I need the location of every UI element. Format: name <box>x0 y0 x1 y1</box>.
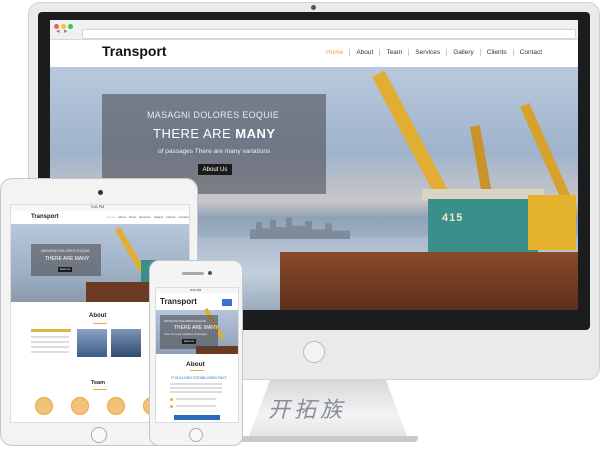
tablet-nav: Home About Team Services Gallery Clients… <box>107 215 189 219</box>
phone-about-subtitle: IT IS A LONG ESTABLISHED FACT <box>171 376 227 380</box>
phone-bullet-icon <box>170 405 173 408</box>
nav-gallery[interactable]: Gallery <box>447 49 481 56</box>
tablet-nav-about[interactable]: About <box>118 215 126 219</box>
phone-home-button <box>189 428 203 442</box>
tablet-text-line <box>31 346 69 348</box>
maximize-dot-icon[interactable] <box>68 24 73 29</box>
imac-logo-button <box>303 341 325 363</box>
vessel-number: 415 <box>442 212 464 224</box>
tablet-text-line <box>31 341 69 343</box>
tablet-nav-contact[interactable]: Contact <box>178 215 188 219</box>
tablet-hero-eyebrow: MASAGNI DOLORES EOQUIE <box>41 249 90 253</box>
site-logo[interactable]: Transport <box>102 43 167 59</box>
phone-speaker <box>182 272 204 275</box>
team-avatar <box>35 397 53 415</box>
crane-cabin <box>428 199 538 257</box>
tablet-ship-image <box>111 329 141 357</box>
back-arrow-icon[interactable]: ◂ <box>56 27 60 35</box>
imac-stand-base <box>238 436 418 442</box>
tablet-logo[interactable]: Transport <box>31 214 59 220</box>
tablet-about-underline <box>93 323 107 324</box>
phone-text-line <box>170 383 222 385</box>
phone-hero-description: There are many variations of passages <box>164 333 208 336</box>
phone-blue-banner <box>174 415 220 420</box>
tablet-ship-image <box>77 329 107 357</box>
crane-housing <box>528 195 576 250</box>
nav-contact[interactable]: Contact <box>514 49 548 56</box>
nav-team[interactable]: Team <box>380 49 410 56</box>
tablet-hero-headline: THERE ARE MANY <box>45 256 90 262</box>
hamburger-menu-icon[interactable] <box>222 299 232 306</box>
phone-text-line <box>170 387 222 389</box>
tablet-nav-services[interactable]: Services <box>139 215 151 219</box>
phone-logo[interactable]: Transport <box>160 297 197 306</box>
about-us-button[interactable]: About Us <box>198 164 232 175</box>
nav-about[interactable]: About <box>350 49 381 56</box>
tablet-about-title: About <box>89 313 107 319</box>
imac-camera <box>311 5 316 10</box>
phone-screen: 9:41 PM Transport MASAGNI DOLORES EOQUIE… <box>155 287 239 423</box>
team-avatar <box>71 397 89 415</box>
tablet-nav-clients[interactable]: Clients <box>166 215 175 219</box>
hero-skyline <box>250 217 350 239</box>
hero-eyebrow: MASAGNI DOLORES EOQUIE <box>147 110 280 120</box>
hero-headline: THERE ARE MANY <box>153 126 276 141</box>
tablet-about-heading-bar <box>31 329 71 332</box>
hero-description: of passages There are many variations <box>158 148 271 155</box>
tablet-team-underline <box>93 389 107 390</box>
barge-hull <box>280 252 578 310</box>
hero-headline-light: THERE ARE <box>153 126 236 141</box>
phone-bullet-icon <box>170 398 173 401</box>
tablet-nav-team[interactable]: Team <box>129 215 136 219</box>
phone-about-button[interactable]: About Us <box>182 339 196 344</box>
phone-hero-eyebrow: MASAGNI DOLORES EOQUIE <box>164 319 206 323</box>
tablet-nav-home[interactable]: Home <box>107 215 115 219</box>
hero-headline-bold: MANY <box>235 126 276 141</box>
tablet-status-bar: 9:41 PM <box>11 205 189 211</box>
forward-arrow-icon[interactable]: ▸ <box>64 27 68 35</box>
address-bar[interactable] <box>82 29 576 39</box>
tablet-text-line <box>31 351 69 353</box>
tablet-nav-gallery[interactable]: Gallery <box>154 215 164 219</box>
tablet-text-line <box>31 336 69 338</box>
nav-home[interactable]: Home <box>320 49 351 56</box>
tablet-camera <box>98 190 103 195</box>
phone-text-line <box>176 398 216 400</box>
tablet-team-title: Team <box>91 380 105 386</box>
phone-about-underline <box>190 370 204 371</box>
watermark-text: 开拓族 <box>268 398 347 423</box>
phone-clock: 9:41 PM <box>190 288 202 292</box>
tablet-home-button <box>91 427 107 443</box>
main-nav: Home About Team Services Gallery Clients… <box>320 49 548 56</box>
tablet-about-button[interactable]: About Us <box>58 267 72 272</box>
tablet-clock: 9:41 PM <box>91 205 105 209</box>
nav-services[interactable]: Services <box>409 49 448 56</box>
phone-text-line <box>176 405 216 407</box>
phone-text-line <box>170 391 222 393</box>
phone-about-title: About <box>186 361 205 368</box>
phone-status-bar: 9:41 PM <box>156 288 238 293</box>
team-avatar <box>107 397 125 415</box>
phone-hero-headline: THERE ARE MANY <box>174 325 219 331</box>
phone-camera <box>208 271 212 275</box>
nav-clients[interactable]: Clients <box>481 49 514 56</box>
browser-chrome: ◂ ▸ <box>50 20 578 40</box>
